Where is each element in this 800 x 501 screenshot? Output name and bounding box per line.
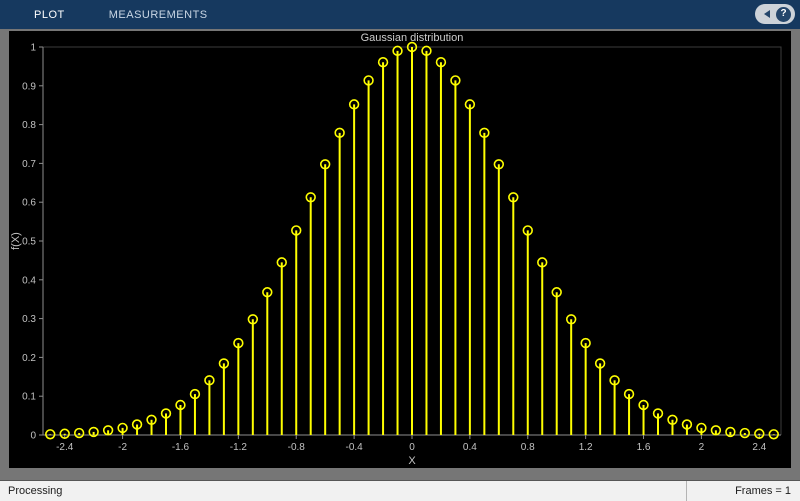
x-tick-label: -2 <box>118 442 127 453</box>
x-tick-label: -1.6 <box>172 442 190 453</box>
y-tick-label: 0.2 <box>22 353 36 364</box>
toolstrip-corner-controls: ? <box>755 4 795 24</box>
y-tick-label: 0.8 <box>22 120 36 131</box>
x-axis: -2.4 -2 -1.6 -1.2 -0.8 -0.4 0 0.4 0.8 1.2 1.6 2 2.4 <box>56 435 767 453</box>
x-tick-label: -2.4 <box>56 442 74 453</box>
x-tick-label: 1.6 <box>637 442 651 453</box>
status-bar: Processing Frames = 1 <box>0 480 800 501</box>
frames-counter: Frames = 1 <box>686 481 800 501</box>
x-tick-label: 2.4 <box>752 442 766 453</box>
y-tick-label: 1 <box>30 43 36 54</box>
toolstrip-tab-bar: PLOT MEASUREMENTS ? <box>0 0 800 29</box>
plot-area: -2.4 -2 -1.6 -1.2 -0.8 -0.4 0 0.4 0.8 1.2 1.6 2 2.4 0… <box>9 31 791 468</box>
collapse-toolstrip-icon[interactable] <box>764 10 770 18</box>
x-tick-label: -0.8 <box>288 442 306 453</box>
scope-window: PLOT MEASUREMENTS ? -2.4 -2 -1.6 -1.2 -0.8 -0… <box>0 0 800 501</box>
y-tick-label: 0.9 <box>22 81 36 92</box>
y-tick-label: 0.3 <box>22 314 36 325</box>
y-tick-label: 0.5 <box>22 237 36 248</box>
tab-plot[interactable]: PLOT <box>20 0 79 29</box>
x-tick-label: 2 <box>699 442 705 453</box>
x-tick-label: 0 <box>409 442 415 453</box>
y-tick-label: 0.7 <box>22 159 36 170</box>
y-tick-label: 0.4 <box>22 275 36 286</box>
y-tick-label: 0.6 <box>22 198 36 209</box>
x-tick-label: 0.8 <box>521 442 535 453</box>
x-tick-label: 0.4 <box>463 442 477 453</box>
stems <box>45 41 779 440</box>
x-tick-label: 1.2 <box>579 442 593 453</box>
y-axis: 0 0.1 0.2 0.3 0.4 0.5 0.6 0.7 0.8 0.9 1 <box>22 43 43 442</box>
y-tick-label: 0 <box>30 431 36 442</box>
tab-measurements[interactable]: MEASUREMENTS <box>95 0 222 29</box>
help-icon[interactable]: ? <box>776 6 791 22</box>
plot-frame: -2.4 -2 -1.6 -1.2 -0.8 -0.4 0 0.4 0.8 1.2 1.6 2 2.4 0… <box>0 29 800 480</box>
chart-title: Gaussian distribution <box>361 32 464 44</box>
x-axis-label: X <box>408 455 416 467</box>
status-message: Processing <box>8 485 63 497</box>
x-tick-label: -0.4 <box>346 442 364 453</box>
stem-chart: -2.4 -2 -1.6 -1.2 -0.8 -0.4 0 0.4 0.8 1.2 1.6 2 2.4 0… <box>10 32 782 467</box>
y-tick-label: 0.1 <box>22 392 36 403</box>
y-axis-label: f(X) <box>10 232 22 250</box>
x-tick-label: -1.2 <box>230 442 248 453</box>
